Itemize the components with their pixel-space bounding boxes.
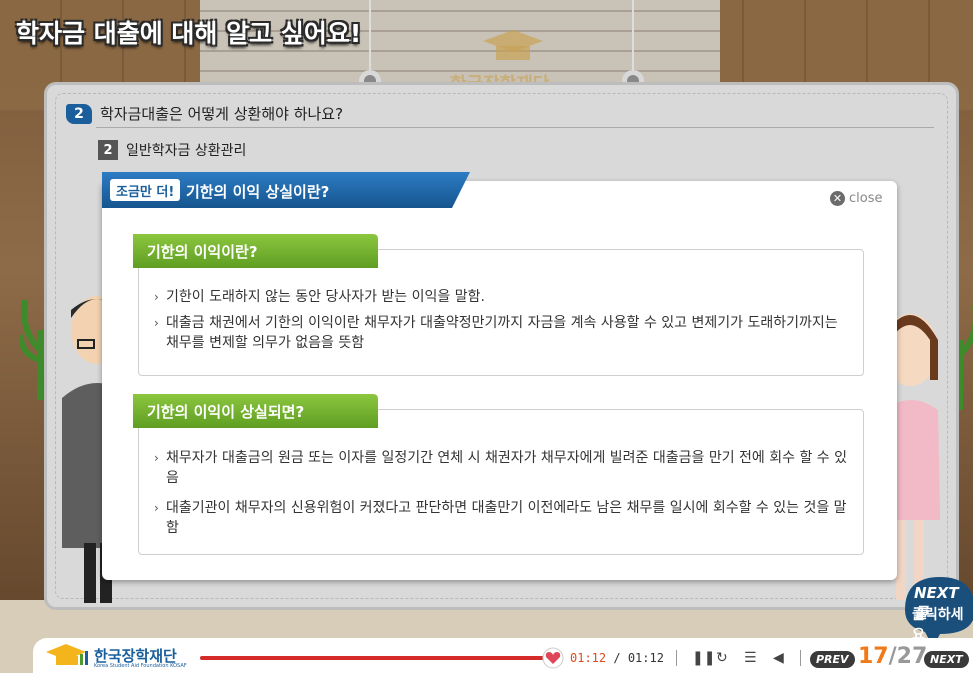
- section-title: 학자금대출은 어떻게 상환해야 하나요?: [100, 105, 344, 123]
- hanging-string: [369, 0, 371, 72]
- close-label: close: [849, 191, 883, 206]
- time-current: 01:12: [570, 651, 607, 665]
- list-item-text: 대출기관이 채무자의 신용위험이 커졌다고 판단하면 대출만기 이전에라도 남은…: [166, 500, 847, 536]
- chevron-right-icon: ›: [154, 501, 159, 515]
- time-display: 01:12 / 01:12: [570, 651, 664, 665]
- chevron-right-icon: ›: [154, 451, 159, 465]
- section-number: 2: [66, 103, 92, 124]
- graduation-cap-icon: [46, 644, 88, 665]
- chevron-right-icon: ›: [154, 290, 159, 304]
- info-box-heading-text: 기한의 이익이 상실되면?: [147, 402, 305, 421]
- list-item-text: 기한이 도래하지 않는 동안 당사자가 받는 이익을 말함.: [166, 289, 485, 305]
- page-separator: /: [888, 644, 897, 669]
- modal-title: 기한의 이익 상실이란?: [186, 183, 330, 201]
- brand-subtitle: Korea Student Aid Foundation KOSAF: [94, 663, 187, 669]
- volume-icon[interactable]: ◀: [773, 650, 784, 666]
- list-item-text: 채무자가 대출금의 원금 또는 이자를 일정기간 연체 시 채권자가 채무자에게…: [166, 450, 848, 486]
- list-item-text: 대출금 채권에서 기한의 이익이란 채무자가 대출약정만기까지 자금을 계속 사…: [166, 315, 838, 351]
- graduation-cap-logo-icon: [483, 30, 543, 60]
- next-button[interactable]: NEXT: [924, 651, 969, 668]
- heart-icon[interactable]: [540, 647, 566, 669]
- pause-icon[interactable]: ❚❚: [692, 650, 715, 666]
- section-heading: 2 학자금대출은 어떻게 상환해야 하나요?: [66, 103, 343, 124]
- subsection-title: 일반학자금 상환관리: [126, 143, 247, 159]
- progress-bar[interactable]: [200, 656, 545, 660]
- prev-button[interactable]: PREV: [810, 651, 855, 668]
- more-info-badge: 조금만 더!: [110, 179, 181, 201]
- page-total: 27: [896, 644, 928, 669]
- subsection-number: 2: [98, 140, 118, 160]
- toolbar-divider: [676, 650, 677, 666]
- toolbar-divider: [800, 650, 801, 666]
- info-box-heading-text: 기한의 이익이란?: [147, 242, 258, 261]
- close-icon: ✕: [830, 191, 845, 206]
- page-current: 17: [858, 644, 889, 669]
- subsection-heading: 2 일반학자금 상환관리: [98, 140, 246, 160]
- time-total: 01:12: [627, 651, 664, 665]
- list-item: › 채무자가 대출금의 원금 또는 이자를 일정기간 연체 시 채권자가 채무자에…: [154, 448, 854, 488]
- close-button[interactable]: ✕ close: [830, 191, 882, 206]
- chevron-right-icon: ›: [154, 316, 159, 330]
- list-item: › 기한이 도래하지 않는 동안 당사자가 받는 이익을 말함.: [154, 287, 854, 307]
- info-list: › 채무자가 대출금의 원금 또는 이자를 일정기간 연체 시 채권자가 채무자에…: [154, 448, 854, 544]
- hanging-string: [632, 0, 634, 72]
- menu-list-icon[interactable]: ☰: [744, 650, 757, 666]
- page-indicator: 17/27: [858, 644, 927, 669]
- info-box-heading: 기한의 이익이란?: [133, 234, 378, 268]
- list-item: › 대출금 채권에서 기한의 이익이란 채무자가 대출약정만기까지 자금을 계속 …: [154, 313, 854, 353]
- section-divider: [96, 127, 934, 128]
- list-item: › 대출기관이 채무자의 신용위험이 커졌다고 판단하면 대출만기 이전에라도 남…: [154, 498, 854, 538]
- info-list: › 기한이 도래하지 않는 동안 당사자가 받는 이익을 말함. › 대출금 채권에…: [154, 287, 854, 359]
- page-title: 학자금 대출에 대해 알고 싶어요!: [16, 19, 362, 48]
- time-separator: /: [613, 651, 621, 665]
- info-box-heading: 기한의 이익이 상실되면?: [133, 394, 378, 428]
- replay-icon[interactable]: ↻: [716, 650, 728, 666]
